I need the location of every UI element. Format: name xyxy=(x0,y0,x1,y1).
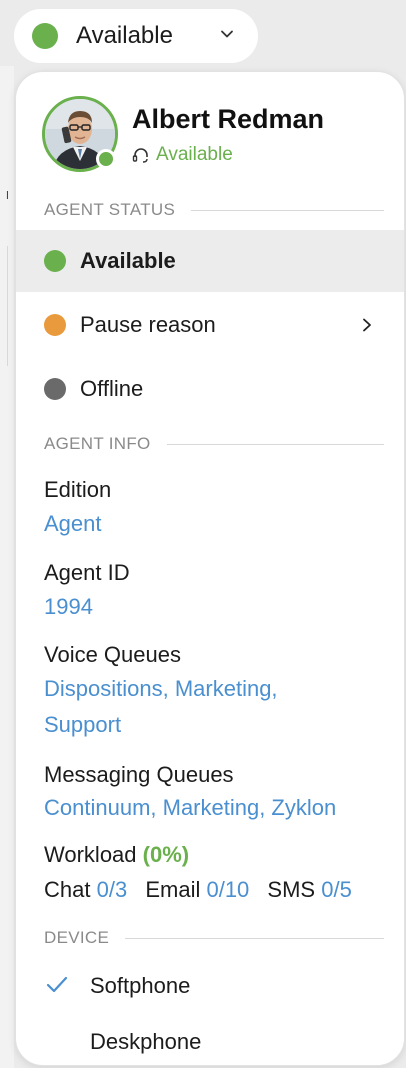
device-option-label: Softphone xyxy=(90,973,191,998)
voice-queues-value-line2: Support xyxy=(44,712,122,737)
section-divider xyxy=(125,937,384,939)
status-option-available[interactable]: Available xyxy=(16,230,404,292)
section-divider xyxy=(166,443,384,445)
email-count: 0/10 xyxy=(206,877,250,902)
messaging-queues-label: Messaging Queues xyxy=(44,762,234,787)
status-dropdown-button[interactable]: Available xyxy=(14,9,258,63)
device-option-deskphone[interactable]: Deskphone xyxy=(16,1018,404,1065)
messaging-queues-value: Continuum, Marketing, Zyklon xyxy=(44,795,337,820)
agent-status-panel: Albert Redman Available AGENT STATUS Ava… xyxy=(15,71,405,1066)
agent-id-label: Agent ID xyxy=(44,560,130,585)
headset-icon xyxy=(132,148,148,163)
chevron-down-icon xyxy=(221,30,233,38)
background-divider-glyph: ǀ xyxy=(6,190,9,202)
agent-status-text: Available xyxy=(156,144,233,165)
status-dot-green xyxy=(44,250,66,272)
checkmark-icon xyxy=(46,976,68,993)
channel-capacity: Chat 0/3 Email 0/10 SMS 0/5 xyxy=(44,877,352,903)
section-header-device: DEVICE xyxy=(44,928,384,948)
status-option-label: Pause reason xyxy=(80,312,216,337)
agent-name: Albert Redman xyxy=(132,104,325,134)
presence-indicator-dot xyxy=(96,149,116,169)
workload: Workload (0%) xyxy=(44,842,189,868)
agent-current-status: Available xyxy=(132,144,233,166)
status-dot-gray xyxy=(44,378,66,400)
voice-queues-label: Voice Queues xyxy=(44,642,181,667)
section-header-agent-status: AGENT STATUS xyxy=(44,200,384,220)
agent-id-value: 1994 xyxy=(44,594,93,619)
background-divider xyxy=(7,246,8,366)
status-option-pause-reason[interactable]: Pause reason xyxy=(16,294,404,356)
status-dot-orange xyxy=(44,314,66,336)
edition-value: Agent xyxy=(44,511,102,536)
email-label: Email xyxy=(145,877,201,902)
section-header-agent-info: AGENT INFO xyxy=(44,434,384,454)
section-title: AGENT STATUS xyxy=(44,200,176,219)
status-option-offline[interactable]: Offline xyxy=(16,358,404,420)
status-dropdown-label: Available xyxy=(76,22,173,49)
sms-count: 0/5 xyxy=(321,877,352,902)
section-title: DEVICE xyxy=(44,928,110,947)
workload-label: Workload xyxy=(44,842,137,867)
status-option-label: Offline xyxy=(80,376,144,401)
chevron-right-icon xyxy=(363,318,371,332)
voice-queues-value-line1: Dispositions, Marketing, xyxy=(44,676,278,701)
section-divider xyxy=(191,209,384,211)
status-option-label: Available xyxy=(80,248,176,273)
chat-count: 0/3 xyxy=(96,877,128,902)
workload-percent: (0%) xyxy=(142,842,190,867)
device-option-label: Deskphone xyxy=(90,1029,202,1054)
section-title: AGENT INFO xyxy=(44,434,151,453)
status-indicator-dot xyxy=(32,23,58,49)
edition-label: Edition xyxy=(44,477,112,502)
sms-label: SMS xyxy=(267,877,316,902)
device-option-softphone[interactable]: Softphone xyxy=(16,962,404,1010)
chat-label: Chat xyxy=(44,877,91,902)
background-app-edge: ǀ xyxy=(0,66,14,1068)
